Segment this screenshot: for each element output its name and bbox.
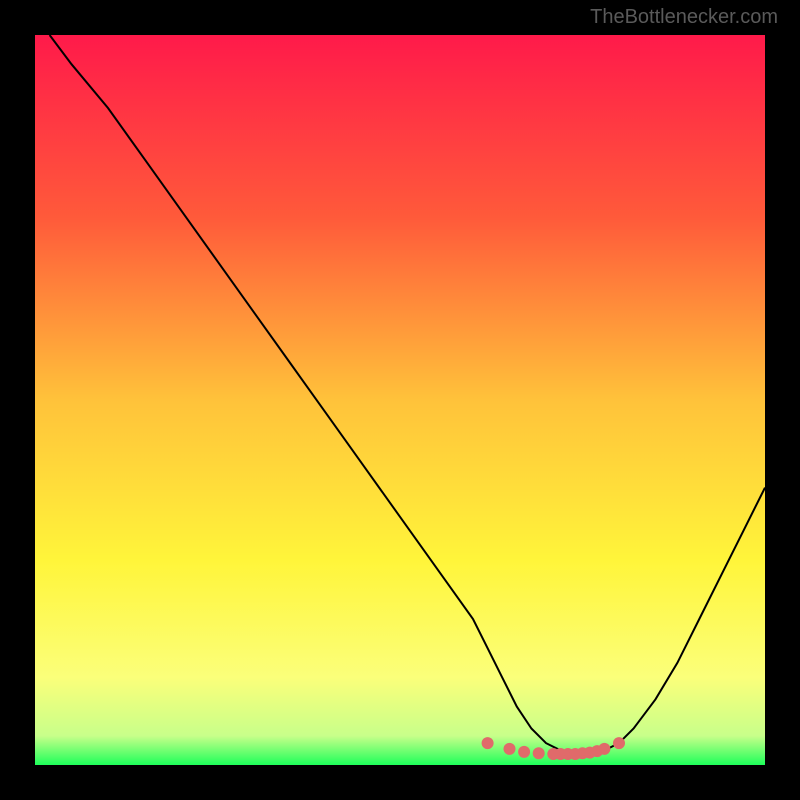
watermark-text: TheBottlenecker.com xyxy=(590,6,778,29)
chart-svg xyxy=(35,35,765,765)
marker-dot xyxy=(518,746,530,758)
chart-canvas xyxy=(35,35,765,765)
marker-dot xyxy=(504,743,516,755)
marker-dot xyxy=(613,737,625,749)
marker-dot xyxy=(482,737,494,749)
marker-dot xyxy=(598,743,610,755)
gradient-background xyxy=(35,35,765,765)
marker-dot xyxy=(533,747,545,759)
